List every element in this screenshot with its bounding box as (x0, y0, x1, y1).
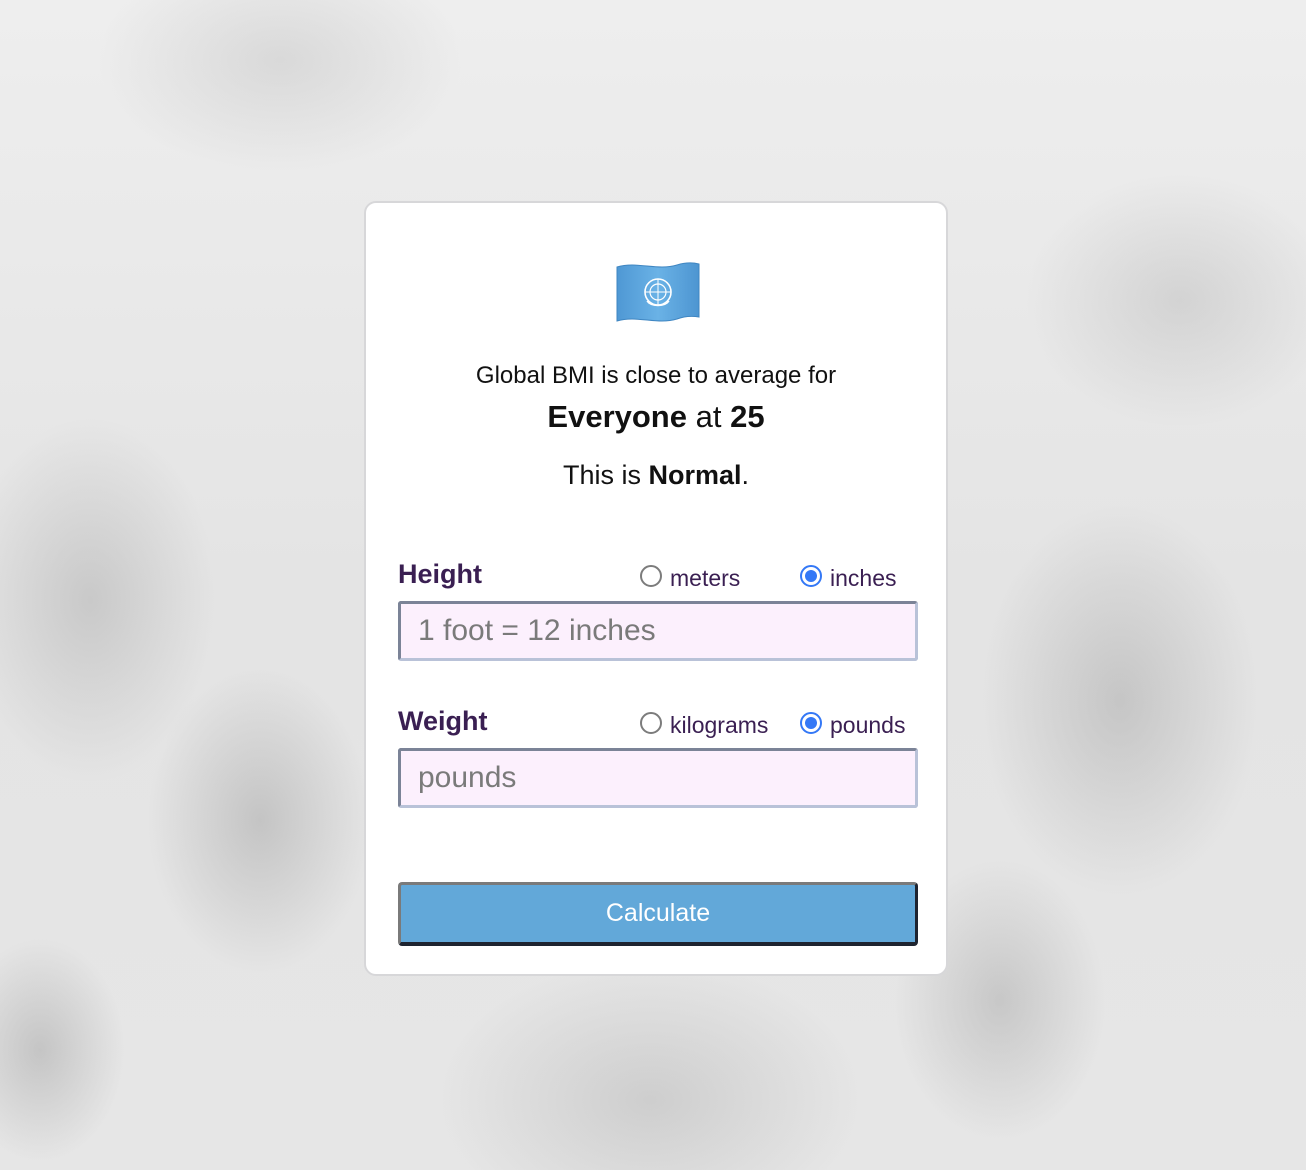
result-category-prefix: This is (562, 460, 641, 490)
weight-unit-pounds-option[interactable]: pounds (800, 711, 906, 739)
pounds-radio-label: pounds (830, 712, 906, 738)
inches-radio-label: inches (830, 565, 897, 591)
weight-unit-kilograms-option[interactable]: kilograms (640, 711, 769, 739)
height-label: Height (398, 559, 482, 589)
inches-radio[interactable] (800, 564, 822, 587)
result-category: Normal (648, 460, 742, 490)
meters-radio-label: meters (670, 565, 741, 591)
height-input[interactable] (398, 601, 918, 661)
meters-radio[interactable] (640, 564, 662, 587)
result-category-line: This is Normal. (366, 460, 946, 491)
calculate-button[interactable]: Calculate (398, 882, 918, 946)
pounds-radio[interactable] (800, 711, 822, 734)
result-at-word: at (695, 399, 722, 434)
kilograms-radio[interactable] (640, 711, 662, 734)
result-category-suffix: . (741, 460, 750, 490)
result-bmi-value: 25 (730, 399, 765, 434)
bmi-card: Global BMI is close to average for Every… (364, 201, 948, 976)
height-unit-meters-option[interactable]: meters (640, 564, 741, 592)
height-unit-inches-option[interactable]: inches (800, 564, 897, 592)
result-group-line: Everyone at 25 (366, 399, 946, 435)
weight-label: Weight (398, 706, 488, 736)
weight-input[interactable] (398, 748, 918, 808)
result-headline: Global BMI is close to average for (475, 362, 837, 389)
result-group: Everyone (547, 399, 687, 434)
un-flag-icon (615, 261, 701, 325)
kilograms-radio-label: kilograms (670, 712, 769, 738)
